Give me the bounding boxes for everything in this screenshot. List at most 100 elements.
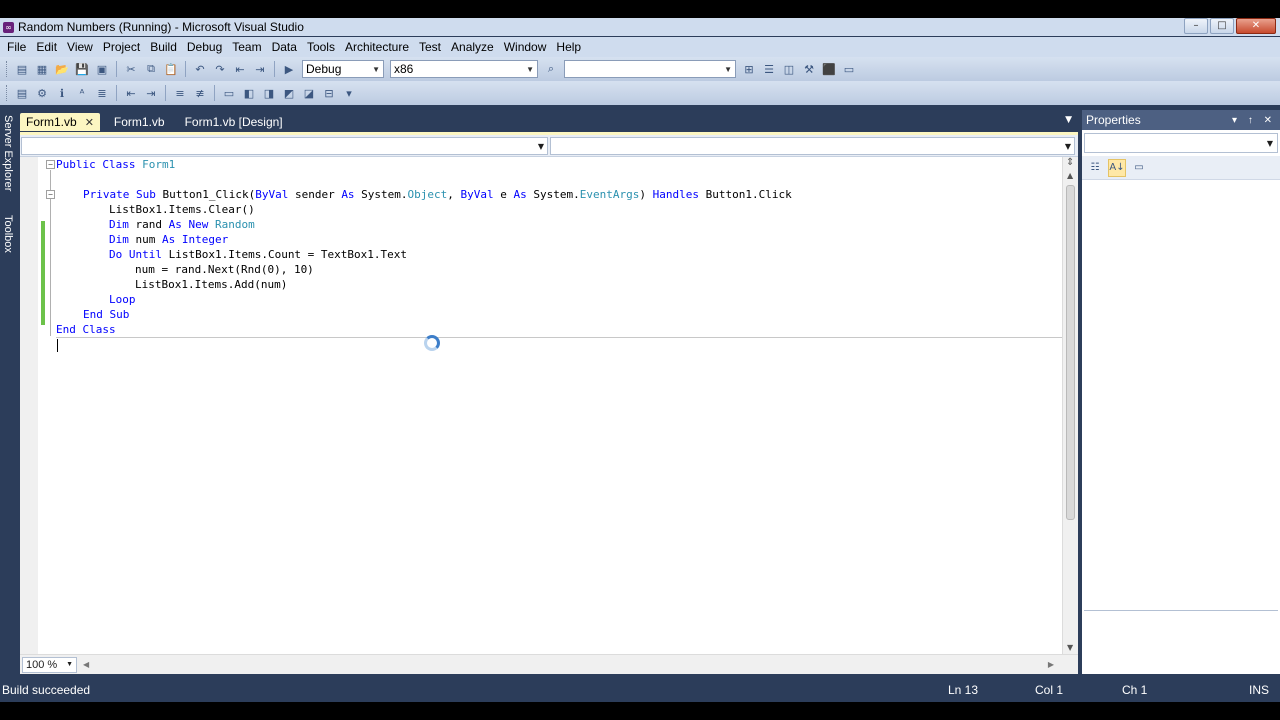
previous-bookmark-icon[interactable]: ◧: [241, 85, 257, 101]
toolbar-grip[interactable]: [6, 61, 9, 77]
decrease-indent-icon[interactable]: ⇤: [123, 85, 139, 101]
maximize-button[interactable]: □: [1210, 18, 1234, 34]
solution-platform-select[interactable]: x86 ▼: [390, 60, 538, 78]
uncomment-icon[interactable]: ≢: [192, 85, 208, 101]
start-debugging-icon[interactable]: ▶: [281, 61, 297, 77]
save-all-icon[interactable]: ▣: [94, 61, 110, 77]
scrollbar-thumb[interactable]: [1066, 185, 1075, 520]
toolbar-separator: [185, 61, 186, 77]
object-select[interactable]: ▼: [1084, 133, 1278, 153]
menu-architecture[interactable]: Architecture: [341, 40, 413, 54]
properties-title: Properties: [1086, 113, 1141, 127]
solution-configuration-value: Debug: [306, 62, 342, 76]
next-bookmark-folder-icon[interactable]: ◪: [301, 85, 317, 101]
undo-icon[interactable]: ↶: [192, 61, 208, 77]
paste-icon[interactable]: 📋: [163, 61, 179, 77]
minimize-button[interactable]: –: [1184, 18, 1208, 34]
redo-icon[interactable]: ↷: [212, 61, 228, 77]
toolbar-separator: [116, 61, 117, 77]
solution-explorer-icon[interactable]: ⊞: [741, 61, 757, 77]
navigate-forward-icon[interactable]: ⇥: [252, 61, 268, 77]
tab-form1-design[interactable]: Form1.vb [Design]: [179, 113, 289, 131]
close-button[interactable]: ✕: [1236, 18, 1276, 34]
menu-help[interactable]: Help: [552, 40, 585, 54]
menu-debug[interactable]: Debug: [183, 40, 226, 54]
previous-bookmark-folder-icon[interactable]: ◩: [281, 85, 297, 101]
scroll-down-icon[interactable]: ▼: [1067, 643, 1073, 652]
solution-configuration-select[interactable]: Debug ▼: [302, 60, 384, 78]
outline-collapse-icon[interactable]: −: [46, 190, 55, 199]
comment-out-icon[interactable]: ≡: [172, 85, 188, 101]
status-char: Ch 1: [1122, 683, 1148, 697]
new-project-icon[interactable]: ▤: [14, 61, 30, 77]
menu-build[interactable]: Build: [146, 40, 181, 54]
method-name-select[interactable]: ▼: [550, 137, 1075, 155]
next-bookmark-icon[interactable]: ◨: [261, 85, 277, 101]
code-line-11: End Sub: [83, 308, 130, 321]
scroll-right-icon[interactable]: ▶: [1048, 660, 1054, 669]
tab-form1-vb-active[interactable]: Form1.vb ✕: [20, 113, 100, 131]
menu-data[interactable]: Data: [268, 40, 301, 54]
outline-collapse-icon[interactable]: −: [46, 160, 55, 169]
cut-icon[interactable]: ✂: [123, 61, 139, 77]
increase-indent-icon[interactable]: ⇥: [143, 85, 159, 101]
scroll-left-icon[interactable]: ◀: [83, 660, 89, 669]
toolbox-icon[interactable]: ⚒: [801, 61, 817, 77]
splitter-icon[interactable]: ⇕: [1066, 157, 1076, 169]
display-list-icon[interactable]: ≣: [94, 85, 110, 101]
tab-label: Form1.vb: [113, 115, 165, 129]
horizontal-scroll-bar: 100 % ▼ ◀ ▶: [20, 654, 1078, 674]
server-explorer-tab[interactable]: Server Explorer: [1, 115, 14, 210]
start-page-icon[interactable]: ▭: [841, 61, 857, 77]
busy-cursor-icon: [424, 335, 440, 351]
menu-analyze[interactable]: Analyze: [447, 40, 498, 54]
word-completion-icon[interactable]: ᴬ: [74, 85, 90, 101]
code-text-area[interactable]: − − Public Class Form1 Private Sub Butto…: [46, 157, 1062, 655]
class-name-select[interactable]: ▼: [21, 137, 548, 155]
tab-label: Form1.vb: [26, 115, 77, 129]
menu-test[interactable]: Test: [415, 40, 445, 54]
alphabetical-icon[interactable]: A↓: [1108, 158, 1126, 177]
extension-manager-icon[interactable]: ⬛: [821, 61, 837, 77]
categorized-icon[interactable]: ☷: [1086, 159, 1104, 177]
menu-project[interactable]: Project: [99, 40, 144, 54]
open-folder-icon[interactable]: 📂: [54, 61, 70, 77]
code-line-5: Dim rand As New Random: [109, 218, 255, 231]
toggle-bookmark-icon[interactable]: ▭: [221, 85, 237, 101]
menu-tools[interactable]: Tools: [303, 40, 339, 54]
clear-bookmarks-icon[interactable]: ⊟: [321, 85, 337, 101]
tab-form1-vb[interactable]: Form1.vb: [108, 113, 171, 131]
parameter-info-icon[interactable]: ⚙: [34, 85, 50, 101]
navigate-backward-icon[interactable]: ⇤: [232, 61, 248, 77]
property-pages-icon[interactable]: ▭: [1130, 159, 1148, 177]
object-members-icon[interactable]: ▤: [14, 85, 30, 101]
quick-info-icon[interactable]: ℹ: [54, 85, 70, 101]
vertical-scrollbar[interactable]: ⇕ ▲ ▼: [1062, 157, 1078, 655]
find-combo[interactable]: ▼: [564, 60, 736, 78]
menu-file[interactable]: File: [3, 40, 30, 54]
save-icon[interactable]: 💾: [74, 61, 90, 77]
add-item-icon[interactable]: ▦: [34, 61, 50, 77]
panel-controls[interactable]: ▾ ↑ ✕: [1232, 115, 1276, 126]
indicator-margin[interactable]: [20, 157, 38, 655]
toolbar-grip[interactable]: [6, 85, 9, 101]
scroll-up-icon[interactable]: ▲: [1067, 171, 1073, 180]
toolbar-separator: [214, 85, 215, 101]
find-in-files-icon[interactable]: ⌕: [543, 61, 559, 77]
menu-edit[interactable]: Edit: [32, 40, 61, 54]
toolbox-tab[interactable]: Toolbox: [1, 215, 14, 275]
object-browser-icon[interactable]: ◫: [781, 61, 797, 77]
properties-window-icon[interactable]: ☰: [761, 61, 777, 77]
chevron-down-icon: ▼: [66, 661, 73, 668]
menu-team[interactable]: Team: [228, 40, 265, 54]
copy-icon[interactable]: ⧉: [143, 61, 159, 77]
visual-studio-window: ∞ Random Numbers (Running) - Microsoft V…: [0, 18, 1280, 702]
code-line-10: Loop: [109, 293, 136, 306]
zoom-select[interactable]: 100 % ▼: [22, 656, 77, 673]
toolbar-options-icon[interactable]: ▾: [341, 85, 357, 101]
menu-view[interactable]: View: [63, 40, 97, 54]
tab-overflow-icon[interactable]: ▼: [1065, 115, 1072, 125]
close-icon[interactable]: ✕: [85, 116, 94, 129]
code-line-8: num = rand.Next(Rnd(0), 10): [135, 263, 314, 276]
menu-window[interactable]: Window: [500, 40, 551, 54]
